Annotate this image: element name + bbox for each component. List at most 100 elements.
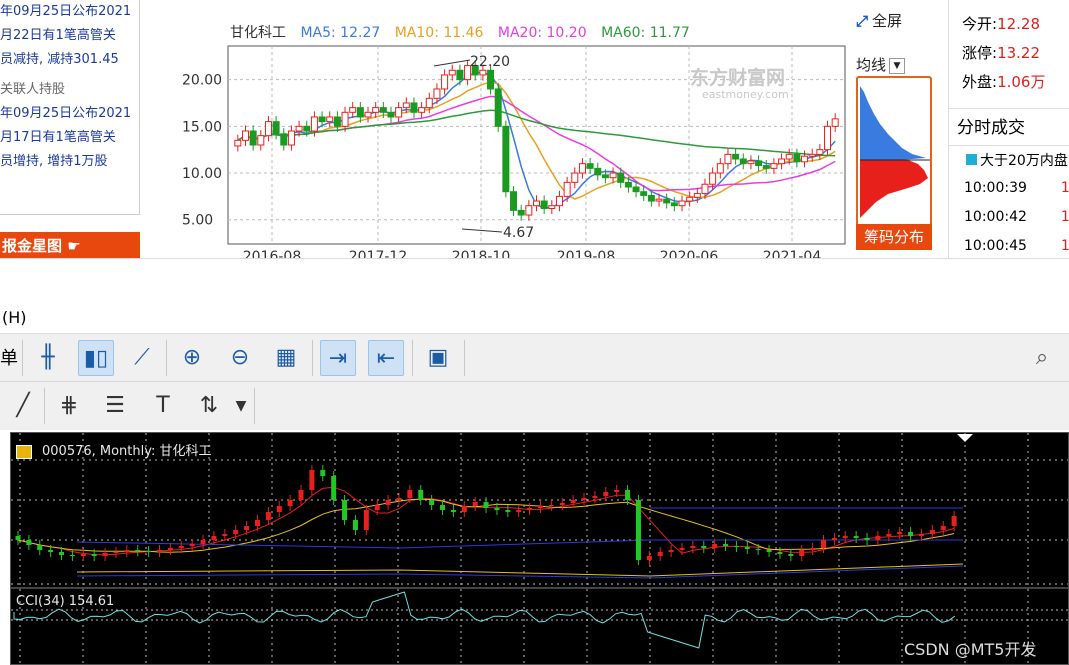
expand-icon: ⤢ — [856, 12, 869, 30]
candle-up — [686, 196, 694, 202]
quote-panel: 今开:12.28 涨停:13.22 外盘:1.06万 — [962, 10, 1045, 97]
symbol-period: 000576, Monthly: — [42, 444, 156, 459]
line-chart-button[interactable]: ⟋ — [124, 340, 160, 376]
y-tick-label: 15.00 — [182, 119, 222, 135]
candle-up — [341, 111, 349, 127]
open-label: 今开: — [962, 15, 998, 33]
zoom-in-button[interactable]: ⊕ — [174, 340, 210, 376]
candle-up — [785, 153, 793, 160]
candle-down — [540, 200, 548, 210]
candle-up — [724, 153, 732, 165]
arrows-icon: ⇅ — [199, 393, 219, 418]
high-label: 22.20 — [470, 54, 510, 70]
candle-up — [678, 200, 686, 207]
menu-help[interactable]: (H) — [2, 308, 27, 327]
candle-up — [609, 172, 617, 179]
x-tick-label: 2020-06 — [660, 249, 719, 258]
toolbar-separator — [464, 340, 465, 376]
candle-down — [249, 130, 257, 146]
candle-down — [739, 158, 747, 165]
candle-down — [379, 107, 387, 113]
chevron-down-icon: ▼ — [235, 398, 247, 414]
tile-windows-button[interactable]: ▦ — [268, 340, 304, 376]
chip-distribution-button[interactable]: 筹码分布 — [856, 224, 932, 250]
bar-chart-button[interactable]: ╫ — [30, 340, 66, 376]
candle-down — [456, 69, 464, 81]
fibonacci-button[interactable]: ⋕ — [52, 388, 86, 424]
text-tool-button[interactable]: T — [146, 388, 180, 424]
eastmoney-web-panel: 年09月25日公布2021 月22日有1笔高管关 员减持, 减持301.45 关… — [0, 0, 1069, 258]
fullscreen-button[interactable]: ⤢ 全屏 — [856, 10, 902, 31]
candle-down — [387, 111, 395, 118]
tile-windows-icon: ▦ — [275, 345, 297, 370]
candle-down — [356, 107, 364, 118]
line-chart-icon: ⟋ — [134, 345, 150, 370]
tick-price: 12 — [1060, 209, 1069, 225]
zoom-in-icon: ⊕ — [182, 345, 202, 370]
candle-up — [287, 130, 295, 146]
ma-select-label: 均线 — [856, 56, 887, 74]
tick-row: 10:00:42 12 — [964, 209, 1069, 225]
trendline-button[interactable]: ╱ — [6, 388, 40, 424]
outer-volume-label: 外盘: — [962, 73, 998, 91]
candle-up — [433, 88, 441, 99]
chart-shift-icon: ⇤ — [376, 346, 396, 371]
arrows-dropdown[interactable]: ▼ — [224, 388, 258, 424]
candle-down — [318, 116, 326, 123]
candle-down — [732, 153, 740, 160]
csdn-watermark: CSDN @MT5开发 — [904, 640, 1037, 659]
candle-down — [793, 153, 801, 163]
candle-down — [663, 198, 671, 204]
toolbar-cut-label: 单 — [0, 348, 18, 369]
x-axis: 2016-08 2017-12 2018-10 2019-08 2020-06 2021-… — [243, 249, 822, 258]
candle-up — [264, 121, 272, 137]
candle-up — [778, 158, 786, 165]
legend-swatch — [966, 154, 977, 165]
candle-up — [808, 153, 816, 157]
y-tick-label: 20.00 — [182, 73, 222, 89]
screenshot-icon: ▣ — [427, 345, 449, 370]
toolbar-separator — [254, 388, 255, 424]
search-button[interactable]: ⌕ — [1024, 340, 1060, 376]
candle-up — [555, 195, 563, 207]
candle-up — [816, 149, 824, 155]
zoom-out-icon: ⊖ — [230, 345, 250, 370]
candle-down — [755, 160, 763, 167]
candle-up — [295, 125, 303, 132]
autoscroll-icon: ⇥ — [328, 346, 348, 371]
candle-up — [364, 111, 372, 118]
tick-price: 12 — [1060, 238, 1069, 254]
screenshot-button[interactable]: ▣ — [420, 340, 456, 376]
candlestick-button[interactable]: ▮▯ — [78, 340, 114, 376]
toolbar-separator — [166, 340, 167, 376]
watermark: 东方财富网 — [690, 66, 785, 89]
candle-down — [594, 167, 602, 176]
candle-up — [241, 130, 249, 141]
screen: 年09月25日公布2021 月22日有1笔高管关 员减持, 减持301.45 关… — [0, 0, 1069, 665]
arrows-button[interactable]: ⇅ — [192, 388, 226, 424]
candle-up — [716, 163, 724, 174]
candle-up — [372, 107, 380, 113]
mt5-chart-window[interactable] — [10, 432, 1069, 665]
chip-profit-area — [860, 86, 926, 160]
candle-down — [487, 69, 495, 90]
symbol-name: 甘化科工 — [159, 444, 212, 459]
x-tick-label: 2019-08 — [557, 249, 616, 258]
low-label: 4.67 — [503, 225, 534, 241]
limit-up-label: 涨停: — [962, 44, 998, 62]
candle-up — [571, 172, 579, 183]
tick-legend: 大于20万内盘 — [966, 150, 1068, 170]
ma-select[interactable]: 均线 ▼ — [856, 54, 906, 75]
candle-down — [410, 102, 418, 113]
tick-row: 10:00:39 12 — [964, 180, 1069, 196]
candle-up — [709, 172, 717, 185]
fibo-fan-button[interactable]: ☰ — [98, 388, 132, 424]
autoscroll-button[interactable]: ⇥ — [320, 340, 356, 376]
x-tick-label: 2018-10 — [452, 249, 511, 258]
fibo-fan-icon: ☰ — [105, 393, 125, 418]
tick-time: 10:00:42 — [964, 209, 1027, 225]
toolbar-separator — [312, 340, 313, 376]
chart-shift-button[interactable]: ⇤ — [368, 340, 404, 376]
zoom-out-button[interactable]: ⊖ — [222, 340, 258, 376]
candle-up — [831, 118, 839, 127]
